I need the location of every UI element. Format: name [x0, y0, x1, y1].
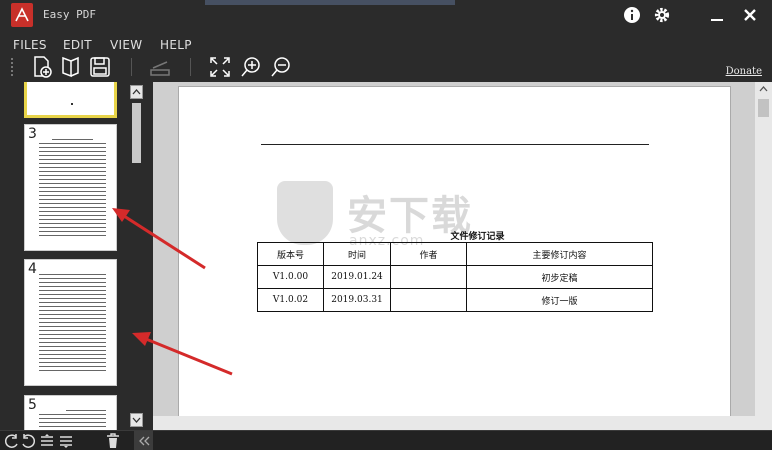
- zoom-in-icon[interactable]: [239, 55, 263, 79]
- page-thumbnail[interactable]: [24, 82, 117, 118]
- toolbar-separator: [190, 58, 191, 76]
- minimize-icon[interactable]: [706, 4, 728, 26]
- thumbnail-number: 4: [28, 261, 37, 277]
- app-title: Easy PDF: [43, 8, 96, 21]
- viewer-scrollbar[interactable]: [755, 82, 772, 430]
- thumbnail-content: [39, 274, 106, 379]
- table-cell: V1.0.00: [257, 265, 324, 289]
- save-icon[interactable]: [88, 55, 112, 79]
- toolbar-separator: [131, 58, 132, 76]
- table-header: 主要修订内容: [466, 242, 653, 266]
- table-header: 作者: [390, 242, 467, 266]
- thumbnail-panel: 3 4 5: [0, 82, 153, 430]
- table-cell: 修订一版: [466, 288, 653, 312]
- table-row: V1.0.00 2019.01.24 初步定稿: [257, 265, 653, 289]
- scrollbar-thumb[interactable]: [758, 99, 769, 117]
- thumbnail-number: 5: [28, 397, 37, 413]
- menu-view[interactable]: VIEW: [110, 38, 142, 51]
- scroll-down-button[interactable]: [130, 413, 143, 427]
- menu-bar: FILES EDIT VIEW HELP: [0, 31, 772, 51]
- fit-screen-icon[interactable]: [208, 55, 232, 79]
- new-document-icon[interactable]: [30, 55, 54, 79]
- page-thumbnail[interactable]: 4: [24, 259, 117, 386]
- info-icon[interactable]: [621, 4, 643, 26]
- table-header: 版本号: [257, 242, 324, 266]
- menu-edit[interactable]: EDIT: [63, 38, 92, 51]
- thumbnail-content: [39, 410, 106, 430]
- donate-link[interactable]: Donate: [726, 66, 762, 77]
- thumbnail-scrollbar[interactable]: [130, 85, 143, 427]
- scrollbar-thumb[interactable]: [132, 103, 141, 163]
- trash-icon[interactable]: [105, 433, 121, 449]
- table-cell: [390, 288, 467, 312]
- table-header-row: 版本号 时间 作者 主要修订内容: [257, 242, 653, 266]
- thumbnail-content: [71, 103, 73, 105]
- rotate-left-icon[interactable]: [4, 433, 20, 449]
- table-cell: [390, 265, 467, 289]
- scroll-up-button[interactable]: [755, 82, 772, 96]
- page-thumbnail[interactable]: 3: [24, 124, 117, 251]
- open-book-icon[interactable]: [59, 55, 83, 79]
- viewer-horizontal-scrollbar[interactable]: [153, 416, 755, 430]
- align-icon[interactable]: [39, 433, 55, 449]
- list-icon[interactable]: [58, 433, 74, 449]
- bottom-bar: [0, 430, 772, 450]
- toolbar: Donate: [0, 52, 772, 82]
- thumbnail-number: 3: [28, 126, 37, 142]
- table-cell: V1.0.02: [257, 288, 324, 312]
- document-viewer[interactable]: 安下载 anxz.com 文件修订记录 版本号 时间 作者 主要修订内容 V1.…: [153, 82, 772, 430]
- menu-files[interactable]: FILES: [13, 38, 47, 51]
- document-page: 安下载 anxz.com 文件修订记录 版本号 时间 作者 主要修订内容 V1.…: [178, 86, 731, 430]
- title-bar: Easy PDF: [0, 0, 772, 30]
- table-cell: 初步定稿: [466, 265, 653, 289]
- collapse-icon[interactable]: [134, 431, 153, 450]
- pdf-logo-icon: [11, 3, 33, 27]
- zoom-out-icon[interactable]: [269, 55, 293, 79]
- title-accent-bar: [205, 0, 455, 5]
- thumbnail-content: [39, 139, 106, 244]
- gear-icon[interactable]: [651, 4, 673, 26]
- table-row: V1.0.02 2019.03.31 修订一版: [257, 288, 653, 312]
- rotate-right-icon[interactable]: [20, 433, 36, 449]
- header-rule: [261, 144, 649, 145]
- page-thumbnail[interactable]: 5: [24, 395, 117, 430]
- scanner-icon[interactable]: [148, 55, 172, 79]
- close-icon[interactable]: [739, 4, 761, 26]
- revision-table: 版本号 时间 作者 主要修订内容 V1.0.00 2019.01.24 初步定稿…: [257, 242, 653, 312]
- toolbar-grip: [11, 58, 13, 76]
- scroll-up-button[interactable]: [130, 85, 143, 99]
- table-cell: 2019.03.31: [323, 288, 391, 312]
- menu-help[interactable]: HELP: [160, 38, 192, 51]
- table-header: 时间: [323, 242, 391, 266]
- document-title: 文件修订记录: [450, 232, 505, 242]
- table-cell: 2019.01.24: [323, 265, 391, 289]
